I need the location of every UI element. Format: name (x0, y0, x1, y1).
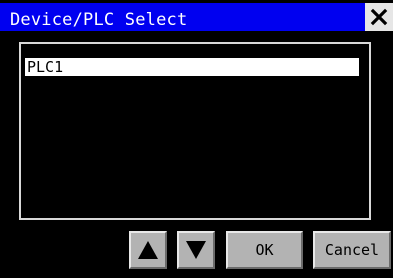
scroll-up-button[interactable] (129, 231, 167, 269)
ok-button-label: OK (255, 241, 274, 259)
list-item[interactable]: PLC1 (25, 58, 359, 76)
device-list[interactable]: PLC1 (19, 42, 371, 220)
ok-button[interactable]: OK (226, 231, 303, 269)
close-icon (370, 8, 388, 26)
scroll-down-button[interactable] (177, 231, 215, 269)
triangle-up-icon (138, 241, 158, 259)
cancel-button-label: Cancel (324, 241, 380, 259)
close-button[interactable] (365, 3, 393, 31)
cancel-button[interactable]: Cancel (313, 231, 391, 269)
title-bar: Device/PLC Select (0, 0, 393, 33)
title-bar-fill: Device/PLC Select (0, 3, 365, 31)
triangle-down-icon (186, 241, 206, 259)
window-title: Device/PLC Select (10, 10, 188, 30)
